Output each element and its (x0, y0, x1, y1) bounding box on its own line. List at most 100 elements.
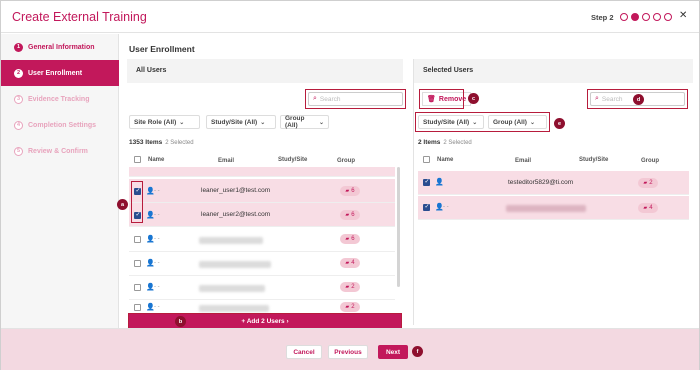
row-checkbox[interactable] (134, 284, 141, 291)
redacted-email (199, 261, 271, 268)
selected-users-title: Selected Users (414, 59, 693, 83)
name-placeholder: - - (154, 260, 160, 266)
group-icon: ▰ (345, 304, 350, 310)
step-indicator-label: Step 2 (591, 13, 614, 22)
all-users-title: All Users (127, 59, 403, 83)
table-row[interactable]: 👤 - - leaner_user2@test.com ▰6 (129, 203, 395, 227)
left-table-scrollbar[interactable] (397, 167, 400, 287)
callout-outline-checkboxes (131, 181, 143, 223)
sidebar-item-evidence-tracking[interactable]: 3 Evidence Tracking (1, 86, 119, 112)
chevron-down-icon: ⌄ (179, 119, 185, 126)
modal-title: Create External Training (12, 10, 147, 24)
items-count: 2 Items (418, 139, 441, 146)
callout-badge-a: a (117, 199, 128, 210)
step-number-1: 1 (14, 42, 23, 52)
step-dot-3 (642, 13, 650, 21)
step-dot-5 (664, 13, 672, 21)
group-icon: ▰ (345, 236, 350, 242)
name-placeholder: - - (443, 204, 449, 210)
user-email: testeditor5829@ti.com (508, 179, 574, 186)
step-number-4: 4 (14, 120, 23, 130)
group-count: 2 (351, 284, 355, 290)
table-row[interactable]: 👤 - - ▰4 (129, 252, 395, 276)
callout-badge-b: b (175, 316, 186, 327)
next-button[interactable]: Next (378, 345, 408, 359)
group-icon: ▰ (345, 260, 350, 266)
group-count: 2 (649, 180, 653, 186)
user-email: leaner_user1@test.com (201, 187, 271, 194)
table-row[interactable]: 👤 - - ▰ 2 (129, 276, 395, 300)
redacted-email (506, 205, 586, 212)
sidebar-item-label: Review & Confirm (28, 147, 88, 155)
select-all-checkbox[interactable] (134, 156, 141, 163)
row-checkbox[interactable] (423, 178, 430, 186)
row-checkbox[interactable] (423, 203, 430, 211)
name-placeholder: - - (154, 304, 160, 310)
selected-count: 2 Selected (165, 140, 194, 146)
row-checkbox[interactable] (134, 260, 141, 267)
step-dot-4 (653, 13, 661, 21)
table-row[interactable]: 👤 - - ▰ 6 (129, 228, 395, 252)
chevron-down-icon: ⌄ (318, 119, 324, 126)
callout-badge-e: e (554, 118, 565, 129)
name-placeholder: - - (154, 212, 160, 218)
redacted-email (199, 285, 265, 292)
group-badge: ▰ 6 (340, 186, 360, 196)
table-row[interactable]: 👤 testeditor5829@ti.com ▰2 (418, 171, 689, 195)
redacted-email (199, 305, 269, 312)
selected-users-count: 2 Items 2 Selected (418, 139, 472, 146)
group-count: 4 (649, 205, 653, 211)
group-icon: ▰ (643, 205, 648, 211)
column-header-study-site: Study/Site (579, 157, 609, 163)
group-badge: ▰ 6 (340, 210, 360, 220)
cancel-button[interactable]: Cancel (286, 345, 322, 359)
name-placeholder: - - (154, 188, 160, 194)
page-title: User Enrollment (129, 44, 195, 54)
modal-header: Create External Training Step 2 ✕ (1, 1, 699, 33)
group-filter[interactable]: Group (All) ⌄ (280, 115, 329, 129)
sidebar-item-user-enrollment[interactable]: 2 User Enrollment (1, 60, 119, 86)
group-badge: ▰ 4 (638, 203, 658, 213)
column-header-name: Name (437, 157, 454, 163)
callout-outline-remove (419, 89, 464, 109)
site-role-filter[interactable]: Site Role (All) ⌄ (129, 115, 200, 129)
name-placeholder: - - (154, 284, 160, 290)
table-row[interactable]: 👤 - - ▰4 (418, 196, 689, 220)
column-header-study-site: Study/Site (278, 157, 308, 163)
previous-button[interactable]: Previous (328, 345, 368, 359)
close-icon[interactable]: ✕ (679, 10, 687, 21)
table-row-partial (129, 167, 395, 177)
chevron-down-icon: ⌄ (260, 119, 266, 126)
column-header-name: Name (148, 157, 165, 163)
row-checkbox[interactable] (134, 304, 141, 311)
sidebar-item-general-information[interactable]: 1 General Information (1, 34, 119, 60)
group-badge: ▰ 2 (638, 178, 658, 188)
callout-badge-f: f (412, 346, 423, 357)
group-icon: ▰ (345, 212, 350, 218)
filter-label: Site Role (All) (134, 118, 177, 126)
study-site-filter[interactable]: Study/Site (All) ⌄ (206, 115, 276, 129)
modal-window: Create External Training Step 2 ✕ 1 Gene… (0, 0, 700, 370)
group-icon: ▰ (345, 188, 350, 194)
user-icon: 👤 (435, 179, 444, 186)
sidebar-item-label: User Enrollment (28, 69, 83, 77)
group-count: 4 (351, 260, 355, 266)
filter-label: Study/Site (All) (211, 118, 258, 126)
callout-badge-c: c (468, 93, 479, 104)
row-checkbox[interactable] (134, 236, 141, 243)
group-count: 2 (351, 304, 355, 310)
name-placeholder: - - (154, 236, 160, 242)
column-header-email: Email (218, 158, 235, 164)
group-badge: ▰ 2 (340, 302, 360, 312)
column-header-group: Group (337, 158, 355, 164)
user-email: leaner_user2@test.com (201, 211, 271, 218)
sidebar-item-completion-settings[interactable]: 4 Completion Settings (1, 112, 119, 138)
step-dot-1 (620, 13, 628, 21)
table-row[interactable]: 👤 - - ▰ 2 (129, 300, 395, 314)
select-all-checkbox[interactable] (423, 156, 430, 163)
sidebar-item-review-confirm[interactable]: 5 Review & Confirm (1, 138, 119, 164)
selected-count: 2 Selected (443, 140, 472, 146)
group-badge: ▰ 4 (340, 258, 360, 268)
redacted-email (199, 237, 263, 244)
table-row[interactable]: 👤 - - leaner_user1@test.com ▰6 (129, 179, 395, 203)
